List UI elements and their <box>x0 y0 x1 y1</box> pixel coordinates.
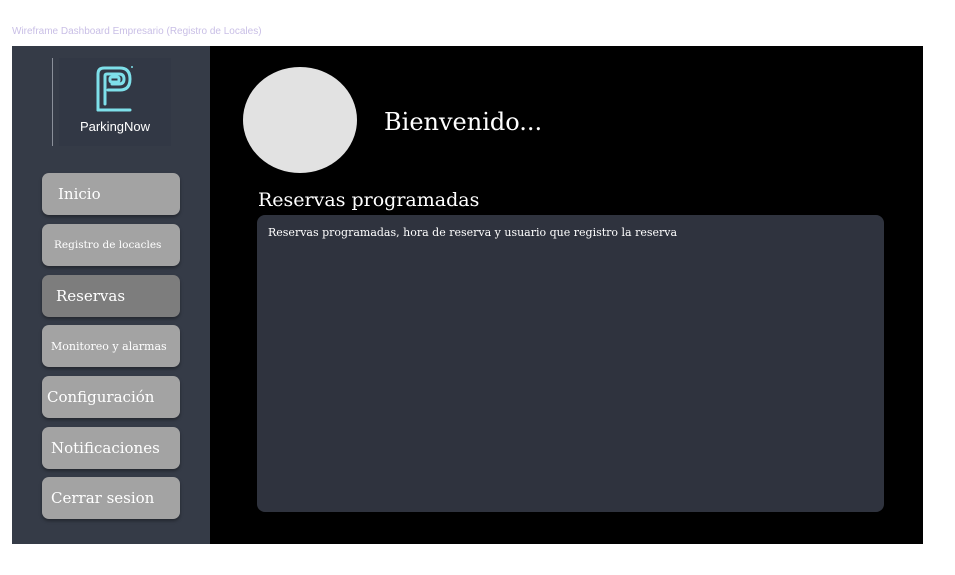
sidebar-item-cerrar-sesion[interactable]: Cerrar sesion <box>42 477 180 519</box>
sidebar: ParkingNow Inicio Registro de locacles R… <box>12 46 210 544</box>
sidebar-item-inicio[interactable]: Inicio <box>42 173 180 215</box>
reservations-description: Reservas programadas, hora de reserva y … <box>268 226 678 239</box>
reservations-title: Reservas programadas <box>258 189 480 211</box>
sidebar-item-notificaciones[interactable]: Notificaciones <box>42 427 180 469</box>
logo: ParkingNow <box>59 58 171 146</box>
brand-name: ParkingNow <box>79 119 151 134</box>
sidebar-item-reservas[interactable]: Reservas <box>42 275 180 317</box>
sidebar-item-configuracion[interactable]: Configuración <box>42 376 180 418</box>
welcome-heading: Bienvenido... <box>384 108 543 136</box>
frame-label: Wireframe Dashboard Empresario (Registro… <box>12 26 262 37</box>
parking-logo-icon <box>96 66 133 112</box>
sidebar-item-monitoreo[interactable]: Monitoreo y alarmas <box>42 325 180 367</box>
reservations-panel: Reservas programadas, hora de reserva y … <box>257 215 884 512</box>
dashboard-frame: ParkingNow Inicio Registro de locacles R… <box>12 46 923 544</box>
avatar[interactable] <box>243 67 357 173</box>
logo-divider <box>52 58 53 146</box>
sidebar-item-registro-locales[interactable]: Registro de locacles <box>42 224 180 266</box>
